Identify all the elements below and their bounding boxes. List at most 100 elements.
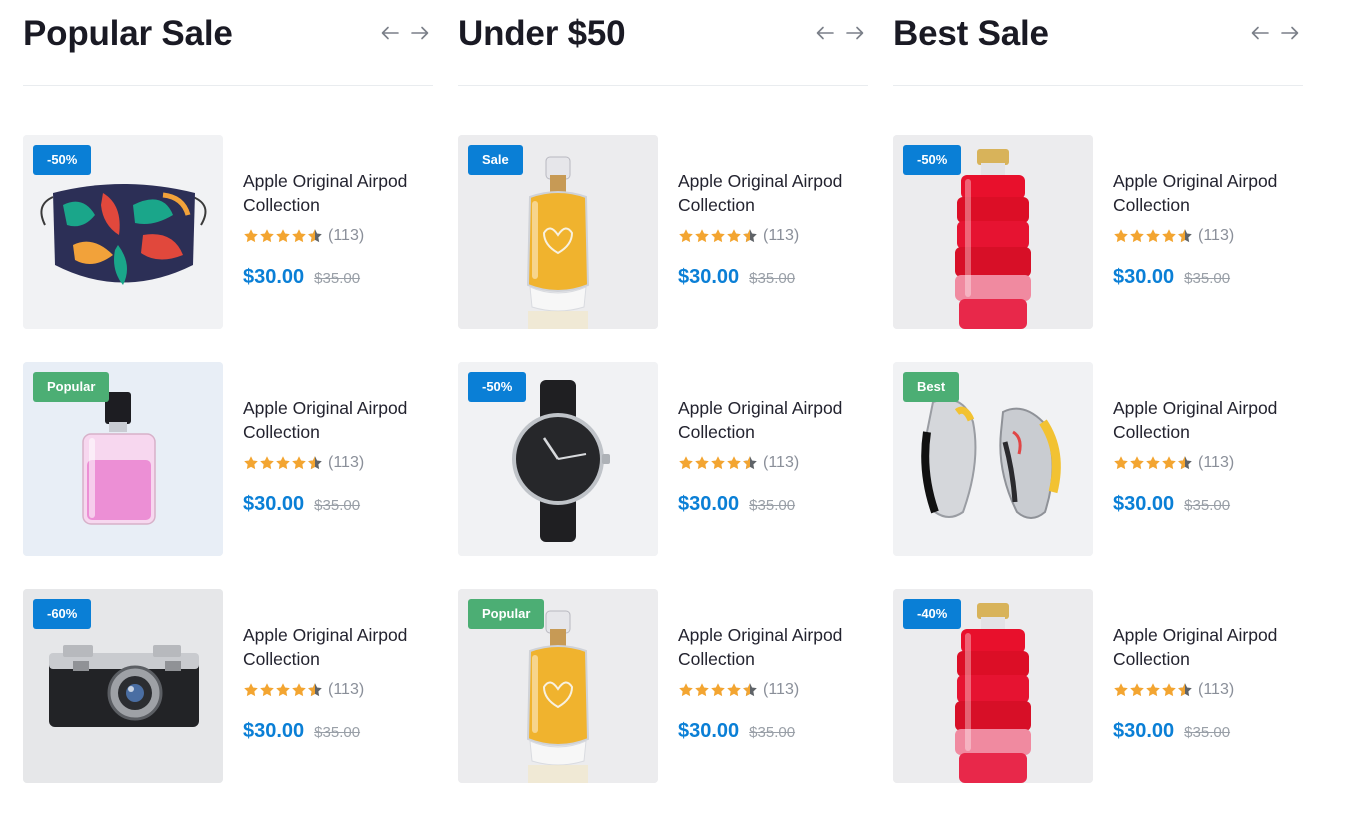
carousel-arrows <box>814 22 866 44</box>
star-icon <box>1146 683 1160 697</box>
product-name[interactable]: Apple Original Airpod Collection <box>1113 396 1303 444</box>
star-half-icon <box>743 229 757 243</box>
product-info: Apple Original Airpod Collection (113) $… <box>678 169 868 289</box>
star-icon <box>1162 456 1176 470</box>
price-row: $30.00 $35.00 <box>243 266 433 289</box>
product-image[interactable]: Popular <box>23 362 223 556</box>
product-name[interactable]: Apple Original Airpod Collection <box>678 169 868 217</box>
star-icon <box>711 683 725 697</box>
product-name[interactable]: Apple Original Airpod Collection <box>1113 623 1303 671</box>
product-info: Apple Original Airpod Collection (113) $… <box>1113 623 1303 743</box>
rating: (113) <box>678 453 868 473</box>
rating: (113) <box>1113 680 1303 700</box>
star-icon <box>679 456 693 470</box>
price-row: $30.00 $35.00 <box>243 493 433 516</box>
product-info: Apple Original Airpod Collection (113) $… <box>1113 169 1303 289</box>
rating: (113) <box>678 226 868 246</box>
price-row: $30.00 $35.00 <box>1113 266 1303 289</box>
rating-count: (113) <box>763 454 800 471</box>
product-info: Apple Original Airpod Collection (113) $… <box>678 396 868 516</box>
rating: (113) <box>243 226 433 246</box>
arrow-right-icon[interactable] <box>409 22 431 44</box>
column-title: Best Sale <box>893 14 1049 53</box>
product-image[interactable]: -60% <box>23 589 223 783</box>
rating-count: (113) <box>1198 681 1235 698</box>
product-card[interactable]: -50% Apple Original Airpod Collection (1… <box>458 362 868 556</box>
star-icon <box>1114 683 1128 697</box>
arrow-left-icon[interactable] <box>814 22 836 44</box>
arrow-left-icon[interactable] <box>379 22 401 44</box>
arrow-left-icon[interactable] <box>1249 22 1271 44</box>
product-name[interactable]: Apple Original Airpod Collection <box>243 169 433 217</box>
column-header: Popular Sale <box>23 0 433 86</box>
old-price: $35.00 <box>1184 724 1231 741</box>
product-card[interactable]: -60% Apple Original Airpod Collection (1… <box>23 589 433 783</box>
star-icon <box>695 683 709 697</box>
product-name[interactable]: Apple Original Airpod Collection <box>678 396 868 444</box>
product-card[interactable]: Popular Apple Original Airpod Collection… <box>23 362 433 556</box>
product-image[interactable]: Best <box>893 362 1093 556</box>
star-half-icon <box>1178 683 1192 697</box>
product-image[interactable]: Sale <box>458 135 658 329</box>
product-card[interactable]: Sale Apple Original Airpod Collection (1… <box>458 135 868 329</box>
column-title: Popular Sale <box>23 14 233 53</box>
star-icon <box>276 683 290 697</box>
product-card[interactable]: -40% Apple Original Airpod Collection (1… <box>893 589 1303 783</box>
star-icon <box>292 456 306 470</box>
star-icon <box>244 456 258 470</box>
old-price: $35.00 <box>749 497 796 514</box>
product-badge: -50% <box>903 145 962 175</box>
star-half-icon <box>308 456 322 470</box>
rating-count: (113) <box>328 227 365 244</box>
star-icon <box>695 456 709 470</box>
product-name[interactable]: Apple Original Airpod Collection <box>678 623 868 671</box>
product-card[interactable]: Popular Apple Original Airpod Collection… <box>458 589 868 783</box>
column-header: Under $50 <box>458 0 868 86</box>
old-price: $35.00 <box>749 270 796 287</box>
rating-count: (113) <box>1198 454 1235 471</box>
arrow-right-icon[interactable] <box>1279 22 1301 44</box>
product-image[interactable]: -50% <box>893 135 1093 329</box>
old-price: $35.00 <box>314 497 361 514</box>
star-icon <box>260 229 274 243</box>
rating: (113) <box>678 680 868 700</box>
star-half-icon <box>308 683 322 697</box>
star-icon <box>260 456 274 470</box>
product-image[interactable]: -50% <box>23 135 223 329</box>
current-price: $30.00 <box>678 493 740 515</box>
current-price: $30.00 <box>243 720 305 742</box>
column-title: Under $50 <box>458 14 626 53</box>
product-card[interactable]: -50% Apple Original Airpod Collection (1… <box>893 135 1303 329</box>
current-price: $30.00 <box>243 266 305 288</box>
product-name[interactable]: Apple Original Airpod Collection <box>243 396 433 444</box>
rating: (113) <box>1113 453 1303 473</box>
product-badge: -50% <box>468 372 527 402</box>
star-icon <box>1114 229 1128 243</box>
star-icon <box>1130 456 1144 470</box>
price-row: $30.00 $35.00 <box>243 720 433 743</box>
product-image[interactable]: -50% <box>458 362 658 556</box>
product-image[interactable]: -40% <box>893 589 1093 783</box>
current-price: $30.00 <box>1113 720 1175 742</box>
product-info: Apple Original Airpod Collection (113) $… <box>243 396 433 516</box>
rating: (113) <box>1113 226 1303 246</box>
price-row: $30.00 $35.00 <box>1113 493 1303 516</box>
old-price: $35.00 <box>314 724 361 741</box>
star-icon <box>711 229 725 243</box>
price-row: $30.00 $35.00 <box>678 493 868 516</box>
old-price: $35.00 <box>1184 270 1231 287</box>
star-half-icon <box>743 456 757 470</box>
product-name[interactable]: Apple Original Airpod Collection <box>243 623 433 671</box>
product-badge: Popular <box>468 599 545 629</box>
column-best-sale: Best Sale -50% Apple Original Airpod Col… <box>893 0 1303 783</box>
star-icon <box>1162 683 1176 697</box>
star-half-icon <box>1178 456 1192 470</box>
product-card[interactable]: -50% Apple Original Airpod Collection (1… <box>23 135 433 329</box>
product-card[interactable]: Best Apple Original Airpod Collection (1… <box>893 362 1303 556</box>
current-price: $30.00 <box>243 493 305 515</box>
product-image[interactable]: Popular <box>458 589 658 783</box>
product-badge: Best <box>903 372 960 402</box>
product-name[interactable]: Apple Original Airpod Collection <box>1113 169 1303 217</box>
arrow-right-icon[interactable] <box>844 22 866 44</box>
star-icon <box>244 229 258 243</box>
